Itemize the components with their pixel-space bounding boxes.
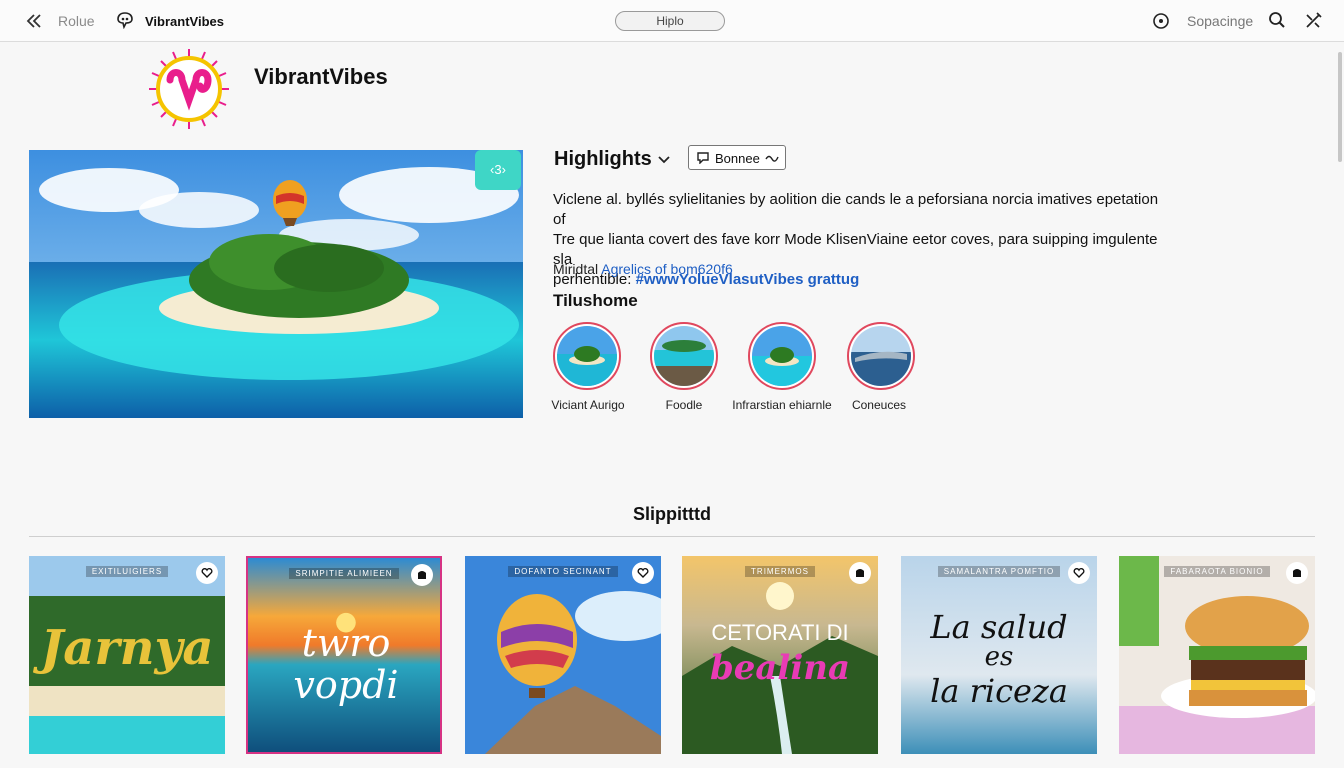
hero-island-image[interactable] (29, 150, 523, 418)
post-favorite-button[interactable] (196, 562, 218, 584)
brand-icon (117, 12, 133, 29)
post-card[interactable]: EXITILUIGIERS Jarnya (29, 556, 225, 754)
post-title-line1: CETORATI DI (711, 620, 849, 645)
post-card[interactable]: DOFANTO SECINANT (465, 556, 661, 754)
meta-link[interactable]: Agrelics of bom620f6 (601, 261, 733, 277)
settings-label[interactable]: Sopacinge (1187, 13, 1253, 29)
post-card[interactable]: FABARAOTA BIONIO (1119, 556, 1315, 754)
tools-icon[interactable] (1303, 11, 1323, 31)
post-title-line1: La salud (930, 608, 1068, 646)
bookmark-icon (856, 569, 864, 577)
posts-section-title: Slippitttd (633, 504, 711, 524)
highlight-circle[interactable] (553, 322, 621, 390)
post-favorite-button[interactable] (632, 562, 654, 584)
post-caption: FABARAOTA BIONIO (1164, 566, 1270, 577)
gallery-count-badge[interactable]: ‹3› (475, 150, 521, 190)
bookmark-icon (1293, 569, 1301, 577)
post-card[interactable]: SAMALANTRA POMFTIO La salud es la riceza (901, 556, 1097, 754)
meta-row: Miridtal Agrelics of bom620f6 (553, 261, 733, 277)
post-caption: DOFANTO SECINANT (508, 566, 618, 577)
meta-label: Miridtal (553, 261, 599, 277)
settings-icon[interactable] (1152, 12, 1170, 30)
post-caption: SAMALANTRA POMFTIO (937, 566, 1061, 577)
back-arrow-icon[interactable] (24, 11, 44, 31)
scrollbar-thumb[interactable] (1338, 52, 1342, 162)
post-title-line2: es (984, 642, 1014, 672)
search-icon[interactable] (1268, 11, 1286, 29)
post-title-line3: la riceza (930, 672, 1068, 710)
profile-logo (149, 49, 229, 129)
highlights-title: Highlights (554, 148, 652, 170)
highlight-circle[interactable] (847, 322, 915, 390)
post-image (465, 556, 661, 754)
highlights-button-label: Bonnee (715, 151, 760, 166)
search-input[interactable]: Hiplo (615, 11, 725, 31)
bookmark-icon (418, 571, 426, 579)
squiggle-icon (765, 155, 779, 162)
post-caption: TRIMERMOS (745, 566, 815, 577)
post-bookmark-button[interactable] (1286, 562, 1308, 584)
highlight-circle[interactable] (748, 322, 816, 390)
post-title: twro vopdi (293, 621, 399, 707)
post-caption: SRIMPITIE ALIMIEEN (289, 568, 399, 579)
description-line: Viclene al. byllés sylielitanies by aoli… (553, 191, 1159, 228)
heart-icon (637, 568, 649, 578)
post-image (1119, 556, 1315, 754)
highlights-action-button[interactable]: Bonnee (688, 145, 786, 170)
post-title: Jarnya (40, 620, 214, 676)
section-divider (29, 536, 1315, 537)
chat-icon (697, 152, 709, 164)
highlight-label: Coneuces (851, 398, 907, 412)
heart-icon (1073, 568, 1085, 578)
post-title-line2: bealina (709, 648, 851, 688)
post-caption: EXITILUIGIERS (85, 566, 169, 577)
highlight-thumbnail (654, 326, 714, 386)
highlight-thumbnail (557, 326, 617, 386)
highlight-thumbnail (851, 326, 911, 386)
highlight-thumbnail (752, 326, 812, 386)
scrollbar[interactable] (1336, 44, 1344, 768)
highlights-section-title: Tilushome (553, 291, 638, 310)
profile-name: VibrantVibes (254, 64, 388, 89)
highlight-circle[interactable] (650, 322, 718, 390)
route-label[interactable]: Rolue (58, 13, 95, 29)
post-bookmark-button[interactable] (411, 564, 433, 586)
heart-icon (201, 568, 213, 578)
chevron-down-icon[interactable] (657, 154, 671, 166)
top-bar: Rolue VibrantVibes Hiplo Sopacinge (0, 0, 1344, 42)
post-card-selected[interactable]: SRIMPITIE ALIMIEEN twro vopdi (246, 556, 442, 754)
post-card[interactable]: TRIMERMOS CETORATI DI bealina (682, 556, 878, 754)
brand-name[interactable]: VibrantVibes (145, 14, 224, 29)
post-favorite-button[interactable] (1068, 562, 1090, 584)
post-bookmark-button[interactable] (849, 562, 871, 584)
